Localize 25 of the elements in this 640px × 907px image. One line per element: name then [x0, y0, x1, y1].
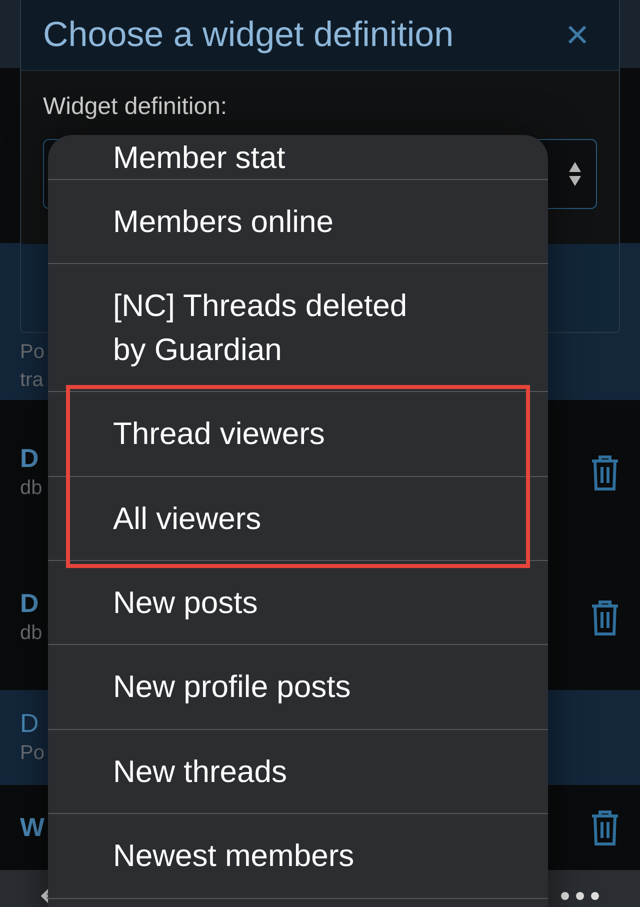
picker-option[interactable]: Members online	[48, 180, 548, 264]
picker-option[interactable]: Thread viewers	[48, 392, 548, 477]
row-subtitle: Po	[20, 741, 44, 766]
row-title[interactable]: D	[20, 708, 44, 740]
row-title[interactable]: W	[20, 812, 45, 844]
trash-icon[interactable]	[590, 454, 620, 490]
modal-title: Choose a widget definition	[43, 14, 454, 56]
trash-icon[interactable]	[590, 810, 620, 846]
picker-option[interactable]: Newest members	[48, 814, 548, 899]
picker-option[interactable]: New threads	[48, 730, 548, 814]
close-button[interactable]: ×	[558, 14, 597, 54]
updown-arrows-icon	[568, 161, 582, 187]
row-title[interactable]: D	[20, 442, 42, 474]
more-icon[interactable]	[560, 891, 600, 901]
picker-option[interactable]: All viewers	[48, 476, 548, 561]
row-title[interactable]: D	[20, 588, 42, 620]
field-label: Widget definition:	[43, 92, 228, 122]
trash-icon[interactable]	[590, 600, 620, 636]
picker-option[interactable]: Member stat	[48, 135, 548, 180]
row-text: tra	[20, 368, 44, 393]
row-subtitle: db	[20, 621, 42, 646]
picker-option[interactable]: New profile posts	[48, 645, 548, 730]
row-text: Po	[20, 340, 44, 365]
picker-option[interactable]: New posts	[48, 560, 548, 646]
row-subtitle: db	[20, 476, 42, 502]
